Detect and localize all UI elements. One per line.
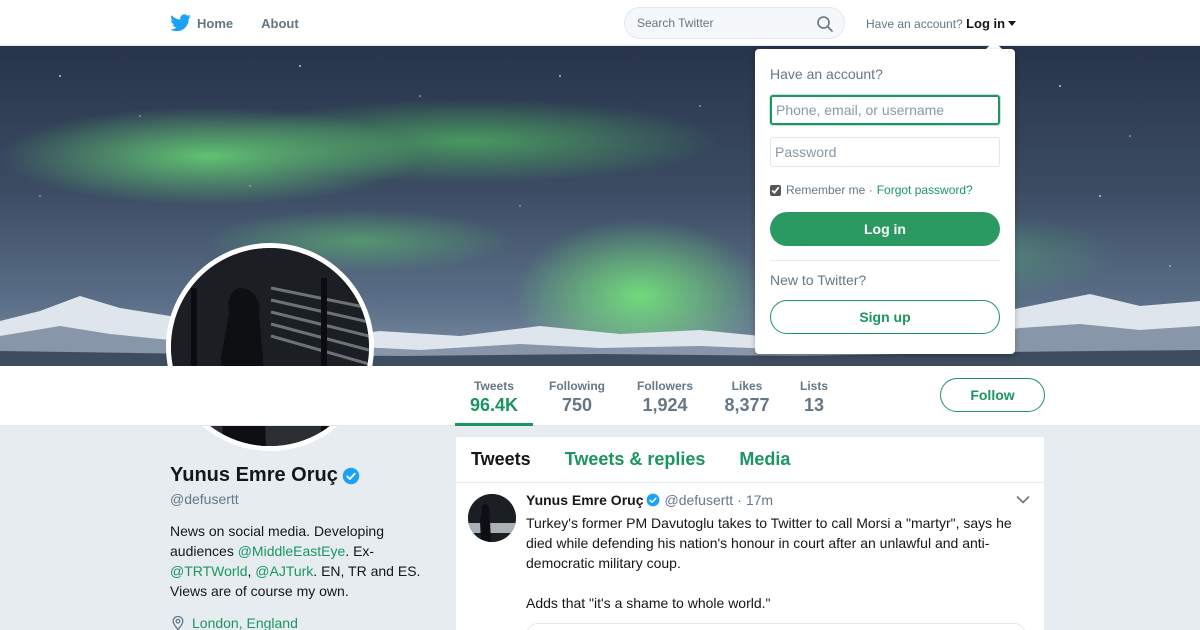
bio-text: . Ex-	[345, 543, 375, 559]
bio-mention-link[interactable]: @MiddleEastEye	[238, 543, 346, 559]
tweet-author-name[interactable]: Yunus Emre Oruç	[526, 492, 643, 508]
tweet-text: Adds that "it's a shame to whole world."	[526, 595, 771, 611]
timeline: Tweets Tweets & replies Media Yunus Emre…	[456, 437, 1044, 630]
forgot-password-link[interactable]: Forgot password?	[877, 183, 973, 197]
login-dropdown-toggle[interactable]: Log in	[966, 16, 1017, 31]
tweet-text: Turkey's former PM Davutoglu takes to Tw…	[526, 515, 1012, 571]
search-input[interactable]	[637, 16, 812, 30]
profile-name[interactable]: Yunus Emre Oruç	[170, 464, 360, 487]
signup-button[interactable]: Sign up	[770, 300, 1000, 334]
verified-badge-icon	[647, 493, 660, 507]
search-icon[interactable]	[816, 15, 834, 33]
tweet-header: Yunus Emre Oruç @defusertt · 17m	[526, 492, 773, 508]
top-nav: Home About Have an account? Log in	[0, 0, 1200, 46]
follow-button[interactable]: Follow	[940, 378, 1045, 412]
tweet-timestamp[interactable]: 17m	[746, 492, 773, 508]
stat-label: Followers	[636, 379, 693, 393]
stat-label: Tweets	[474, 379, 514, 393]
profile-name-text: Yunus Emre Oruç	[170, 464, 338, 486]
stat-value: 750	[561, 395, 593, 415]
stat-tweets[interactable]: Tweets 96.4K	[455, 366, 533, 426]
stat-label: Lists	[799, 379, 828, 393]
nav-left: Home About	[170, 0, 327, 46]
login-dropdown-title: Have an account?	[770, 66, 883, 82]
stat-lists[interactable]: Lists 13	[792, 366, 836, 426]
profile-handle[interactable]: @defusertt	[170, 491, 239, 507]
stat-value: 13	[803, 395, 825, 415]
nav-about[interactable]: About	[261, 16, 299, 31]
login-submit-button[interactable]: Log in	[770, 212, 1000, 246]
username-field[interactable]	[770, 95, 1000, 125]
caret-down-icon	[1008, 21, 1017, 26]
tweet-avatar[interactable]	[468, 494, 516, 542]
tab-tweets[interactable]: Tweets	[471, 449, 531, 470]
tweet-avatar-image	[468, 494, 516, 542]
tab-tweets-replies[interactable]: Tweets & replies	[565, 449, 706, 470]
profile-stats-bar: Tweets 96.4K Following 750 Followers 1,9…	[0, 366, 1200, 426]
tweet-separator: ·	[737, 492, 742, 508]
timeline-tabs: Tweets Tweets & replies Media	[456, 437, 1044, 483]
bio-mention-link[interactable]: @AJTurk	[255, 563, 313, 579]
stat-value: 1,924	[642, 395, 688, 415]
remember-me-label: Remember me ·	[786, 183, 873, 197]
nav-home[interactable]: Home	[170, 14, 233, 32]
stat-value: 8,377	[724, 395, 770, 415]
profile-bio: News on social media. Developing audienc…	[170, 521, 440, 601]
location-pin-icon	[172, 615, 184, 630]
divider	[770, 260, 1000, 261]
account-prompt: Have an account? Log in	[866, 16, 1017, 31]
tweet-item[interactable]: Yunus Emre Oruç @defusertt · 17m Turkey'…	[456, 483, 1044, 630]
stat-likes[interactable]: Likes 8,377	[717, 366, 777, 426]
stat-value: 96.4K	[469, 395, 519, 415]
remember-row: Remember me · Forgot password?	[770, 183, 973, 197]
verified-badge-icon	[342, 467, 360, 484]
chevron-down-icon[interactable]	[1016, 495, 1030, 505]
login-dropdown: Have an account? Remember me · Forgot pa…	[755, 49, 1015, 354]
twitter-bird-icon	[170, 14, 191, 32]
account-prompt-text: Have an account?	[866, 17, 963, 31]
bio-mention-link[interactable]: @TRTWorld	[170, 563, 247, 579]
tweet-card[interactable]	[526, 623, 1026, 630]
stat-following[interactable]: Following 750	[541, 366, 613, 426]
new-to-twitter-label: New to Twitter?	[770, 272, 867, 288]
search-box	[624, 7, 845, 39]
location-link[interactable]: London, England	[192, 615, 298, 630]
stat-label: Following	[549, 379, 605, 393]
stat-label: Likes	[731, 379, 763, 393]
remember-me-checkbox[interactable]	[770, 184, 781, 196]
password-field[interactable]	[770, 137, 1000, 167]
nav-about-label: About	[261, 15, 299, 31]
login-toggle-label: Log in	[966, 16, 1006, 31]
tweet-author-handle[interactable]: @defusertt	[664, 492, 733, 508]
stat-followers[interactable]: Followers 1,924	[629, 366, 701, 426]
nav-home-label: Home	[197, 15, 234, 31]
tab-media[interactable]: Media	[739, 449, 790, 470]
profile-location: London, England	[170, 615, 298, 630]
